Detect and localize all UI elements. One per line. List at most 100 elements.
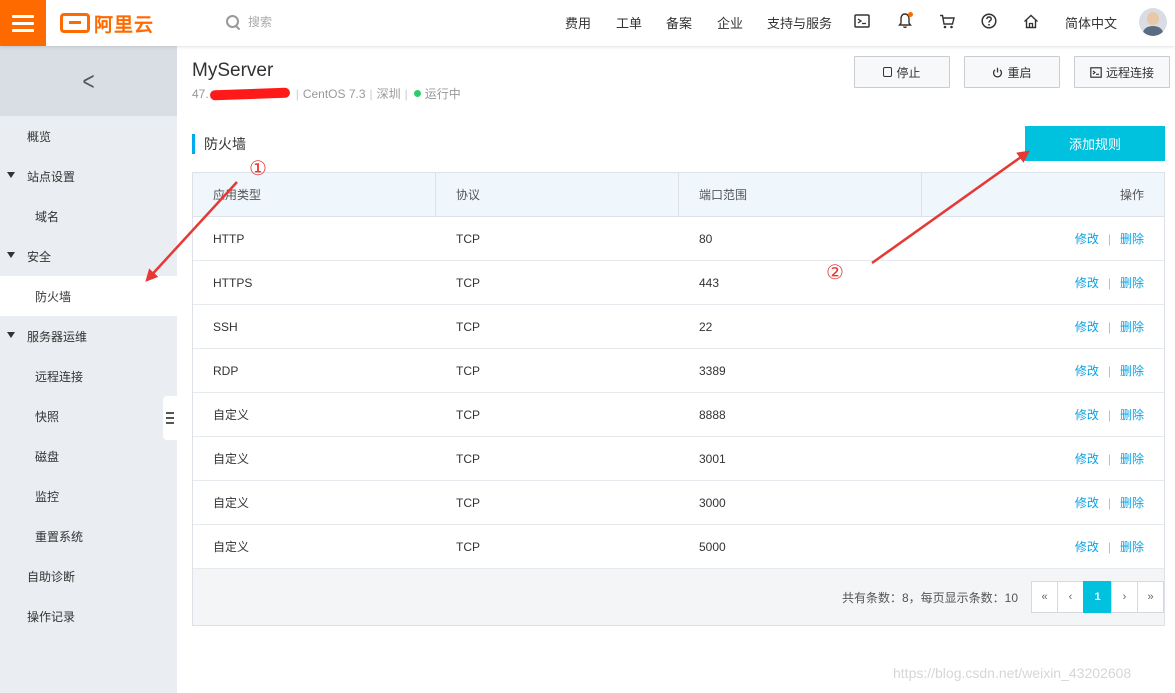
sidebar-item-server-ops[interactable]: 服务器运维 bbox=[0, 316, 177, 356]
column-header-actions: 操作 bbox=[1119, 188, 1144, 202]
sidebar-item-firewall[interactable]: 防火墙 bbox=[0, 276, 177, 316]
sidebar-item-overview[interactable]: 概览 bbox=[0, 116, 177, 156]
cell-type: 自定义 bbox=[213, 452, 250, 466]
next-page-button[interactable]: › bbox=[1111, 581, 1138, 613]
edit-link[interactable]: 修改 bbox=[1075, 494, 1099, 511]
delete-link[interactable]: 删除 bbox=[1120, 230, 1144, 247]
bell-icon[interactable] bbox=[896, 12, 914, 30]
cell-port: 80 bbox=[699, 231, 713, 246]
table-row: 自定义 TCP 3001 修改 | 删除 bbox=[193, 437, 1164, 481]
firewall-table: 应用类型 协议 端口范围 操作 HTTP TCP 80 修改 | 删除 HTTPS TCP 44… bbox=[192, 172, 1165, 626]
restart-button[interactable]: 重启 bbox=[964, 56, 1060, 88]
stop-button[interactable]: 停止 bbox=[854, 56, 950, 88]
chevron-left-icon: < bbox=[82, 66, 95, 96]
sidebar-item-monitor[interactable]: 监控 bbox=[0, 476, 177, 516]
cell-protocol: TCP bbox=[456, 451, 480, 466]
delete-link[interactable]: 删除 bbox=[1120, 274, 1144, 291]
sidebar-item-security[interactable]: 安全 bbox=[0, 236, 177, 276]
logo-mark bbox=[60, 13, 90, 33]
delete-link[interactable]: 删除 bbox=[1120, 450, 1144, 467]
cell-protocol: TCP bbox=[456, 495, 480, 510]
column-header-port: 端口范围 bbox=[679, 173, 922, 216]
terminal-icon[interactable] bbox=[853, 12, 871, 30]
sidebar-item-disk[interactable]: 磁盘 bbox=[0, 436, 177, 476]
home-icon[interactable] bbox=[1022, 12, 1040, 30]
delete-link[interactable]: 删除 bbox=[1120, 318, 1144, 335]
nav-enterprise[interactable]: 企业 bbox=[717, 13, 743, 32]
edit-link[interactable]: 修改 bbox=[1075, 538, 1099, 555]
annotation-marker-1: ① bbox=[249, 156, 267, 180]
caret-down-icon bbox=[7, 172, 15, 178]
nav-icp[interactable]: 备案 bbox=[666, 13, 692, 32]
cell-actions: 修改 | 删除 bbox=[922, 349, 1164, 392]
delete-link[interactable]: 删除 bbox=[1120, 538, 1144, 555]
sidebar-item-self-diagnosis[interactable]: 自助诊断 bbox=[0, 556, 177, 596]
caret-down-icon bbox=[7, 332, 15, 338]
sidebar-item-label: 重置系统 bbox=[35, 529, 84, 544]
prev-page-button[interactable]: ‹ bbox=[1057, 581, 1084, 613]
first-page-button[interactable]: « bbox=[1031, 581, 1058, 613]
edit-link[interactable]: 修改 bbox=[1075, 406, 1099, 423]
language-switch[interactable]: 简体中文 bbox=[1065, 13, 1117, 32]
sidebar-item-label: 站点设置 bbox=[27, 169, 76, 184]
sidebar-item-snapshot[interactable]: 快照 bbox=[0, 396, 177, 436]
remote-connect-button[interactable]: 远程连接 bbox=[1074, 56, 1170, 88]
cell-protocol: TCP bbox=[456, 539, 480, 554]
action-separator: | bbox=[1107, 539, 1111, 554]
delete-link[interactable]: 删除 bbox=[1120, 362, 1144, 379]
cell-actions: 修改 | 删除 bbox=[922, 525, 1164, 568]
back-button[interactable]: < bbox=[0, 46, 177, 116]
search-icon bbox=[226, 14, 240, 29]
cell-port: 3001 bbox=[699, 451, 726, 466]
add-rule-button[interactable]: 添加规则 bbox=[1025, 126, 1165, 161]
menu-icon[interactable] bbox=[0, 0, 46, 46]
page-title: MyServer bbox=[192, 60, 274, 81]
sidebar-item-label: 概览 bbox=[27, 129, 52, 144]
section-title: 防火墙 bbox=[192, 134, 246, 154]
edit-link[interactable]: 修改 bbox=[1075, 230, 1099, 247]
top-bar: 阿里云 搜索 费用 工单 备案 企业 支持与服务 简体中文 bbox=[0, 0, 1175, 46]
aliyun-logo[interactable]: 阿里云 bbox=[60, 11, 154, 36]
sidebar-item-remote[interactable]: 远程连接 bbox=[0, 356, 177, 396]
page-1-button[interactable]: 1 bbox=[1083, 581, 1112, 613]
nav-tickets[interactable]: 工单 bbox=[616, 13, 642, 32]
sidebar-item-site-settings[interactable]: 站点设置 bbox=[0, 156, 177, 196]
table-row: 自定义 TCP 8888 修改 | 删除 bbox=[193, 393, 1164, 437]
cell-protocol: TCP bbox=[456, 407, 480, 422]
last-page-button[interactable]: » bbox=[1137, 581, 1164, 613]
sidebar-item-operation-log[interactable]: 操作记录 bbox=[0, 596, 177, 636]
pagination: « ‹ 1 › » bbox=[1031, 581, 1164, 613]
edit-link[interactable]: 修改 bbox=[1075, 318, 1099, 335]
cell-actions: 修改 | 删除 bbox=[922, 393, 1164, 436]
cell-protocol: TCP bbox=[456, 319, 480, 334]
search-box[interactable]: 搜索 bbox=[226, 13, 272, 30]
sidebar-item-label: 自助诊断 bbox=[27, 569, 76, 584]
edit-link[interactable]: 修改 bbox=[1075, 362, 1099, 379]
cart-icon[interactable] bbox=[938, 12, 956, 30]
cell-port: 443 bbox=[699, 275, 720, 290]
cell-port: 22 bbox=[699, 319, 713, 334]
cell-actions: 修改 | 删除 bbox=[922, 217, 1164, 260]
status-badge: 运行中 bbox=[424, 87, 461, 101]
remote-icon bbox=[1090, 66, 1102, 78]
caret-down-icon bbox=[7, 252, 15, 258]
sidebar-collapse-handle[interactable] bbox=[163, 396, 177, 440]
table-row: 自定义 TCP 3000 修改 | 删除 bbox=[193, 481, 1164, 525]
sidebar-item-reset-system[interactable]: 重置系统 bbox=[0, 516, 177, 556]
nav-support[interactable]: 支持与服务 bbox=[767, 13, 832, 32]
edit-link[interactable]: 修改 bbox=[1075, 274, 1099, 291]
notification-dot bbox=[908, 12, 913, 17]
nav-billing[interactable]: 费用 bbox=[565, 13, 591, 32]
delete-link[interactable]: 删除 bbox=[1120, 494, 1144, 511]
redaction-mark bbox=[209, 87, 290, 100]
cell-actions: 修改 | 删除 bbox=[922, 305, 1164, 348]
delete-link[interactable]: 删除 bbox=[1120, 406, 1144, 423]
cell-actions: 修改 | 删除 bbox=[922, 481, 1164, 524]
sidebar-item-domain[interactable]: 域名 bbox=[0, 196, 177, 236]
avatar[interactable] bbox=[1139, 8, 1167, 36]
cell-protocol: TCP bbox=[456, 231, 480, 246]
search-placeholder[interactable]: 搜索 bbox=[248, 13, 272, 30]
help-icon[interactable] bbox=[980, 12, 998, 30]
edit-link[interactable]: 修改 bbox=[1075, 450, 1099, 467]
cell-type: HTTP bbox=[213, 231, 245, 246]
